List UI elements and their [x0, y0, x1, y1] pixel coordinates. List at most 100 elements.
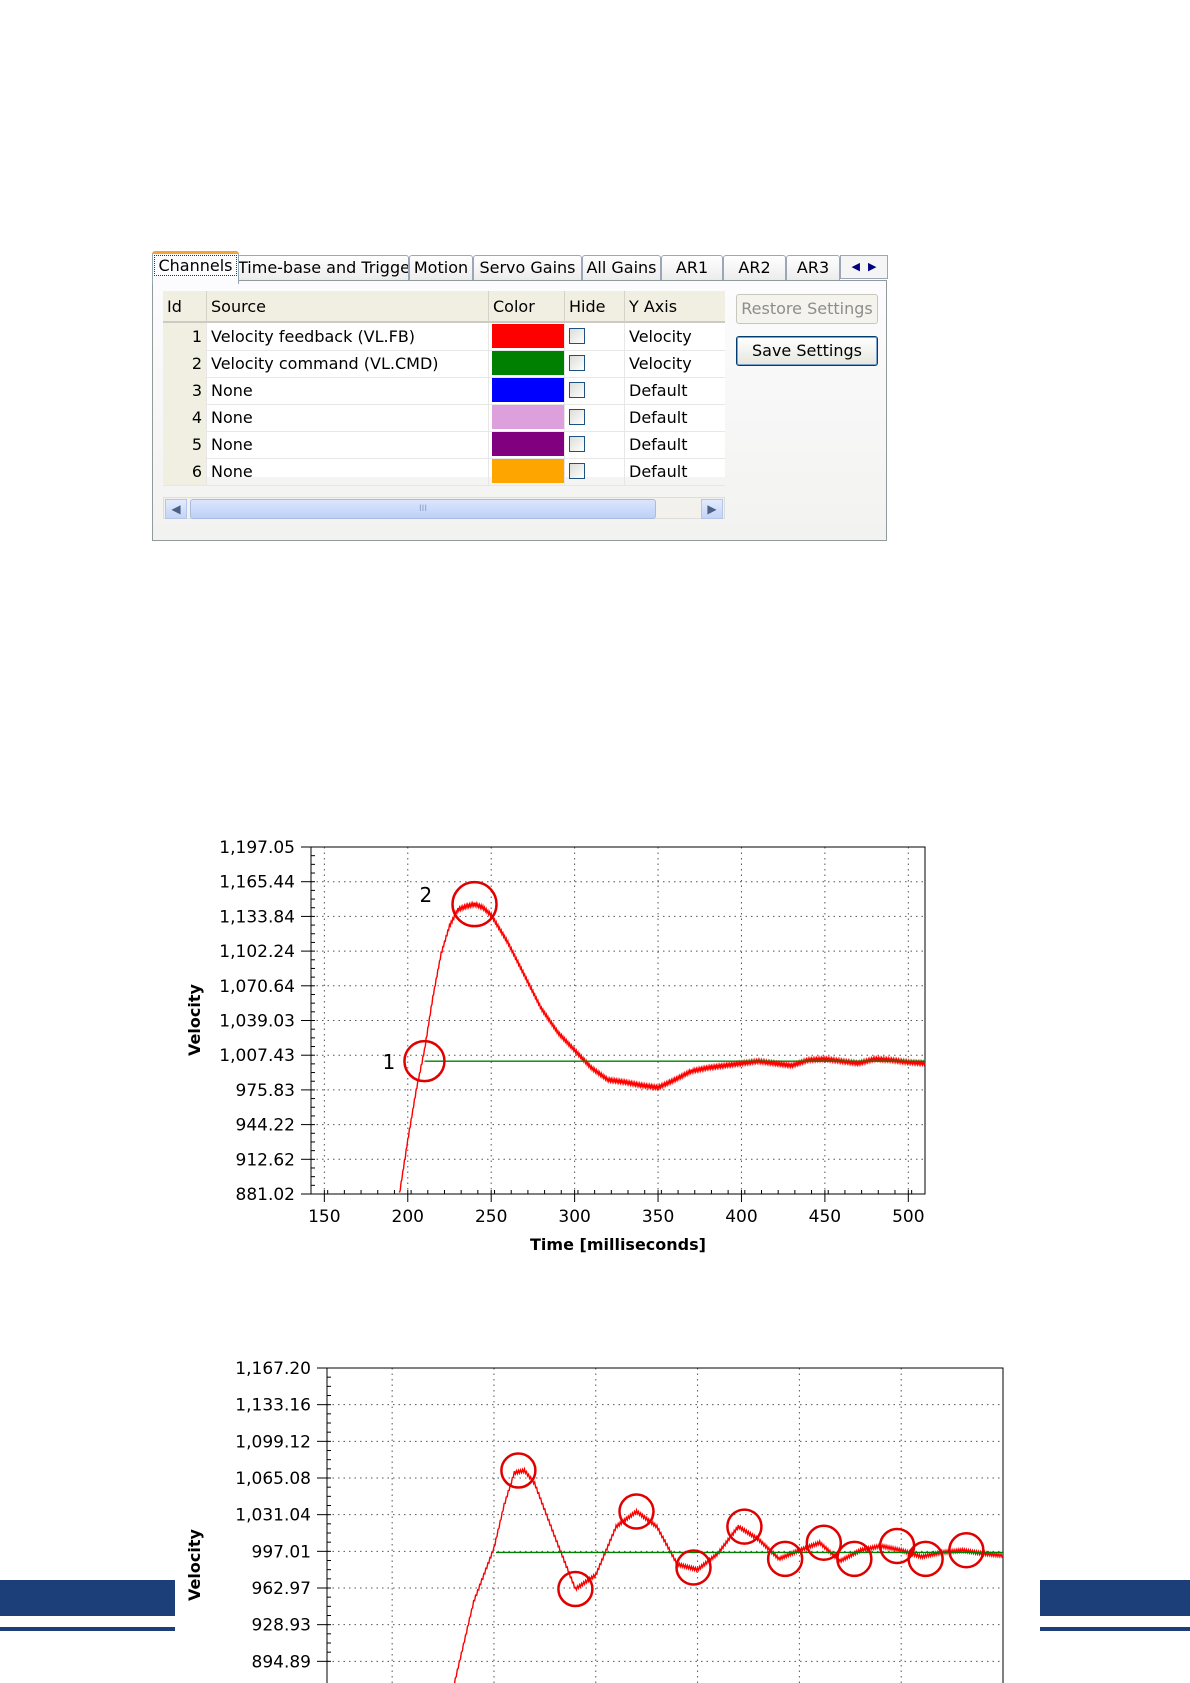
row-color-cell[interactable] — [489, 458, 565, 485]
hide-checkbox[interactable] — [569, 328, 585, 344]
row-source[interactable]: Velocity command (VL.CMD) — [207, 350, 489, 377]
tab-ar1[interactable]: AR1 — [661, 255, 723, 280]
tab-channels[interactable]: Channels — [152, 251, 239, 284]
row-color-cell[interactable] — [489, 404, 565, 431]
footer-bar-right — [1040, 1580, 1190, 1616]
row-y-axis[interactable]: Velocity — [625, 323, 725, 350]
color-swatch[interactable] — [492, 378, 564, 402]
y-tick-label: 1,133.84 — [219, 907, 295, 927]
y-tick-label: 1,065.08 — [235, 1469, 311, 1489]
x-tick-label: 450 — [809, 1207, 841, 1227]
column-header-id[interactable]: Id — [163, 291, 207, 323]
y-tick-label: 1,133.16 — [235, 1396, 311, 1416]
annotations: 12 — [382, 880, 498, 1083]
y-tick-label: 1,007.43 — [219, 1046, 295, 1066]
y-tick-label: 1,031.04 — [235, 1506, 311, 1526]
row-id: 6 — [163, 458, 207, 485]
hide-checkbox[interactable] — [569, 436, 585, 452]
x-axis-label: Time [milliseconds] — [530, 1235, 706, 1254]
row-hide-cell — [565, 350, 625, 377]
row-y-axis[interactable]: Default — [625, 377, 725, 404]
footer-bar-left — [0, 1580, 175, 1616]
y-tick-label: 1,099.12 — [235, 1432, 311, 1452]
x-tick-label: 150 — [308, 1207, 340, 1227]
velocity-oscillation-chart: 1,167.20 1,133.16 1,099.12 1,065.08 1,031.04… — [185, 1359, 1004, 1683]
table-row[interactable]: 1 Velocity feedback (VL.FB) Velocity — [163, 323, 725, 351]
x-tick-label: 300 — [558, 1207, 590, 1227]
color-swatch[interactable] — [492, 351, 564, 375]
footer-line-left — [0, 1627, 175, 1631]
y-tick-label: 1,167.20 — [235, 1359, 311, 1379]
scrollbar-thumb[interactable]: III — [190, 499, 656, 519]
table-row[interactable]: 5 None Default — [163, 431, 725, 459]
y-tick-label: 1,197.05 — [219, 838, 295, 858]
row-color-cell[interactable] — [489, 377, 565, 404]
column-header-hide[interactable]: Hide — [565, 291, 625, 323]
row-source[interactable]: None — [207, 377, 489, 404]
color-swatch[interactable] — [492, 432, 564, 456]
tab-ar2[interactable]: AR2 — [723, 255, 786, 280]
row-color-cell[interactable] — [489, 350, 565, 377]
hide-checkbox[interactable] — [569, 382, 585, 398]
row-id: 5 — [163, 431, 207, 458]
color-swatch[interactable] — [492, 405, 564, 429]
annotation-label: 1 — [382, 1050, 395, 1074]
y-tick-label: 881.02 — [236, 1185, 295, 1205]
table-row[interactable]: 6 None Default — [163, 458, 725, 486]
plot-frame — [310, 846, 926, 1195]
color-swatch[interactable] — [492, 459, 564, 483]
hide-checkbox[interactable] — [569, 355, 585, 371]
y-tick-label: 1,165.44 — [219, 873, 295, 893]
row-id: 4 — [163, 404, 207, 431]
column-header-y-axis[interactable]: Y Axis — [625, 291, 725, 323]
row-y-axis[interactable]: Default — [625, 458, 725, 485]
x-tick-label: 400 — [725, 1207, 757, 1227]
tab-all-gains[interactable]: All Gains — [582, 255, 661, 280]
horizontal-scrollbar[interactable]: ◀ III ▶ — [163, 497, 725, 519]
y-tick-label: 1,070.64 — [219, 977, 295, 997]
scroll-right-icon[interactable]: ▶ — [701, 499, 723, 519]
row-hide-cell — [565, 323, 625, 350]
row-source[interactable]: None — [207, 458, 489, 485]
row-color-cell[interactable] — [489, 323, 565, 350]
y-tick-label: 894.89 — [252, 1652, 311, 1672]
column-header-color[interactable]: Color — [489, 291, 565, 323]
x-tick-label: 250 — [475, 1207, 507, 1227]
tab-motion[interactable]: Motion — [409, 255, 473, 280]
column-header-source[interactable]: Source — [207, 291, 489, 323]
row-source[interactable]: Velocity feedback (VL.FB) — [207, 323, 489, 350]
oscillation-marker-circle — [907, 1540, 944, 1578]
row-source[interactable]: None — [207, 431, 489, 458]
tab-scroll-left-icon[interactable]: ◀ — [852, 260, 860, 273]
restore-settings-button[interactable]: Restore Settings — [736, 294, 878, 324]
y-axis-label: Velocity — [185, 1528, 204, 1600]
row-color-cell[interactable] — [489, 431, 565, 458]
tab-time-base-and-trigger[interactable]: Time-base and Trigger — [237, 255, 409, 280]
tab-servo-gains[interactable]: Servo Gains — [473, 255, 582, 280]
series-lines — [398, 900, 926, 1193]
row-y-axis[interactable]: Velocity — [625, 350, 725, 377]
hide-checkbox[interactable] — [569, 409, 585, 425]
row-id: 2 — [163, 350, 207, 377]
table-row[interactable]: 4 None Default — [163, 404, 725, 432]
color-swatch[interactable] — [492, 324, 564, 348]
row-y-axis[interactable]: Default — [625, 404, 725, 431]
scroll-left-icon[interactable]: ◀ — [165, 499, 187, 519]
row-id: 3 — [163, 377, 207, 404]
chart-grid — [311, 847, 925, 1194]
hide-checkbox[interactable] — [569, 463, 585, 479]
tab-ar3[interactable]: AR3 — [786, 255, 840, 280]
table-row[interactable]: 3 None Default — [163, 377, 725, 405]
scope-settings-panel: Channels Time-base and Trigger Motion Se… — [152, 251, 888, 541]
row-hide-cell — [565, 404, 625, 431]
oscillation-marker-circle — [766, 1540, 804, 1578]
y-axis-label: Velocity — [185, 983, 204, 1055]
table-row[interactable]: 2 Velocity command (VL.CMD) Velocity — [163, 350, 725, 378]
footer-line-right — [1040, 1627, 1190, 1631]
row-y-axis[interactable]: Default — [625, 431, 725, 458]
row-source[interactable]: None — [207, 404, 489, 431]
tab-scroll-right-icon[interactable]: ▶ — [868, 260, 876, 273]
save-settings-button[interactable]: Save Settings — [736, 336, 878, 366]
row-id: 1 — [163, 323, 207, 350]
y-tick-label: 997.01 — [252, 1542, 311, 1562]
